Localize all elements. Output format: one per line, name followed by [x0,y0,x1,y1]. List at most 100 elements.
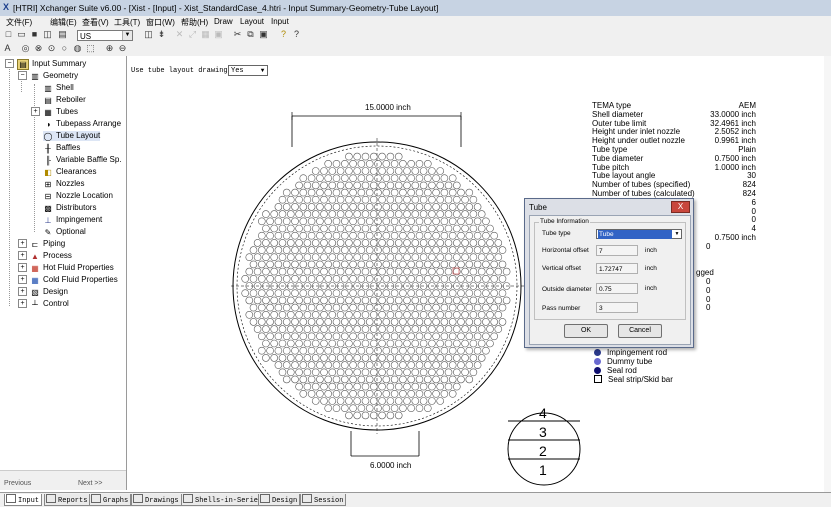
tube[interactable] [403,210,411,218]
tube[interactable] [307,203,316,211]
tube[interactable] [374,389,382,398]
tube[interactable] [444,382,453,391]
tube[interactable] [365,160,374,168]
tube[interactable] [249,303,258,312]
tube[interactable] [440,188,449,197]
tube[interactable] [361,339,370,348]
tube[interactable] [465,217,474,226]
tube[interactable] [444,325,453,333]
tube[interactable] [336,167,345,175]
tube[interactable] [249,275,258,283]
tube[interactable] [307,231,316,240]
tube[interactable] [482,217,490,226]
tube[interactable] [415,346,424,355]
tube[interactable] [428,224,436,233]
tube[interactable] [341,260,349,269]
tube[interactable] [490,275,499,283]
tube[interactable] [361,397,370,405]
tube[interactable] [349,389,357,398]
tube[interactable] [311,325,320,333]
tube[interactable] [386,310,395,319]
tube[interactable] [303,195,312,204]
tube[interactable] [465,289,474,297]
tube[interactable] [411,210,420,218]
tube-type-select[interactable]: Tube ▼ [596,229,682,239]
tube[interactable] [307,246,316,254]
tube[interactable] [403,267,411,276]
tube[interactable] [436,310,445,319]
tube[interactable] [370,296,378,305]
tube[interactable] [328,296,337,305]
tube[interactable] [332,231,341,240]
tube[interactable] [253,239,262,247]
tube[interactable] [282,231,291,240]
tube[interactable] [428,181,436,190]
tube[interactable] [345,224,353,233]
tube[interactable] [258,217,266,226]
tube[interactable] [465,361,474,369]
vertical-scrollbar[interactable] [824,56,831,492]
tube[interactable] [295,368,303,377]
tube[interactable] [311,368,320,377]
tube[interactable] [328,397,337,405]
context-help-icon[interactable]: ? [291,29,302,40]
tube[interactable] [403,253,411,261]
tube[interactable] [407,375,416,384]
tube[interactable] [423,188,432,197]
tube[interactable] [399,389,407,398]
tube[interactable] [378,339,386,348]
expand-design-icon[interactable]: + [18,287,27,296]
tube[interactable] [436,296,445,305]
tube[interactable] [274,332,283,341]
tube[interactable] [394,368,403,377]
tube[interactable] [365,361,374,369]
tube[interactable] [432,346,440,355]
tube[interactable] [473,346,482,355]
tree-distributors[interactable]: ▩ Distributors [43,203,96,213]
tube[interactable] [423,389,432,398]
tube[interactable] [320,310,328,319]
tube[interactable] [461,354,469,362]
tube[interactable] [452,296,461,305]
tube[interactable] [378,239,386,247]
tube[interactable] [274,346,283,355]
tab-reports[interactable]: Reports [44,494,91,506]
tube[interactable] [457,203,465,211]
tube[interactable] [287,224,295,233]
tube[interactable] [473,289,482,297]
tie-rod-tool-icon[interactable]: ⊙ [46,43,57,54]
menu-window[interactable]: 窗口(W) [146,17,175,28]
tube[interactable] [469,253,478,261]
tube[interactable] [411,382,420,391]
tube[interactable] [328,239,337,247]
tube[interactable] [378,382,386,391]
tube[interactable] [365,217,374,226]
tube[interactable] [266,275,274,283]
tube[interactable] [324,188,332,197]
tube[interactable] [328,195,337,204]
tube[interactable] [382,160,391,168]
tube[interactable] [324,217,332,226]
tube[interactable] [365,318,374,326]
tube[interactable] [407,160,416,168]
tube[interactable] [307,361,316,369]
tube[interactable] [295,181,303,190]
tube[interactable] [452,195,461,204]
tube[interactable] [258,231,266,240]
tube[interactable] [473,260,482,269]
tube[interactable] [469,267,478,276]
tube[interactable] [403,167,411,175]
tube[interactable] [336,382,345,391]
tube[interactable] [349,246,357,254]
tube[interactable] [328,339,337,348]
tube[interactable] [341,188,349,197]
tube[interactable] [370,152,378,161]
tube[interactable] [407,303,416,312]
tube[interactable] [432,318,440,326]
tube[interactable] [365,289,374,297]
tube[interactable] [270,339,278,348]
tube[interactable] [262,310,270,319]
tube[interactable] [469,224,478,233]
tube[interactable] [258,318,266,326]
tube[interactable] [473,303,482,312]
